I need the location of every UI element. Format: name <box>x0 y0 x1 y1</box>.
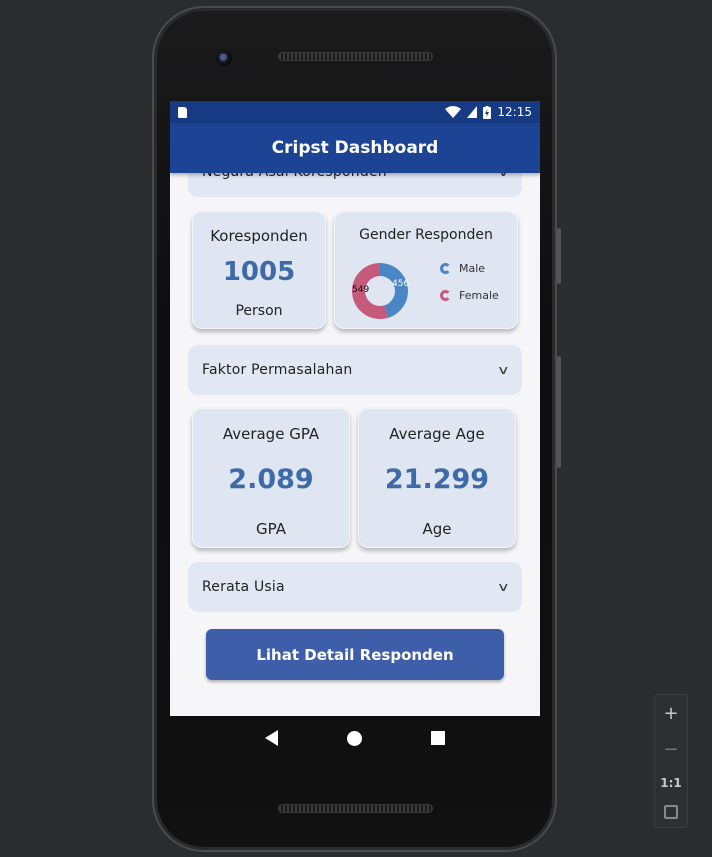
gpa-value: 2.089 <box>228 464 314 495</box>
chevron-down-icon: ∨ <box>496 580 511 594</box>
zoom-1to1-button[interactable]: 1:1 <box>660 776 682 790</box>
average-gpa-card: Average GPA 2.089 GPA <box>192 408 350 548</box>
legend-male-label: Male <box>459 262 486 275</box>
bottom-speaker <box>278 804 433 813</box>
zoom-fit-icon[interactable] <box>664 805 678 820</box>
age-value: 21.299 <box>384 464 490 495</box>
gpa-title: Average GPA <box>222 425 320 443</box>
volume-button[interactable] <box>557 228 561 284</box>
zoom-out-button[interactable]: − <box>663 739 678 760</box>
legend-male: Male <box>440 262 485 275</box>
power-button[interactable] <box>557 356 561 468</box>
female-legend-icon <box>440 290 451 301</box>
expander-label: Faktor Permasalahan <box>202 362 353 378</box>
age-unit: Age <box>422 520 452 538</box>
battery-icon <box>483 105 492 119</box>
koresponden-unit: Person <box>235 303 283 319</box>
koresponden-title: Koresponden <box>210 227 308 245</box>
app-bar-title: Cripst Dashboard <box>170 123 540 173</box>
status-time: 12:15 <box>497 105 532 119</box>
status-bar: 12:15 <box>170 101 540 123</box>
zoom-controls: + − 1:1 <box>654 694 688 828</box>
male-legend-icon <box>440 263 451 274</box>
expander-rerata-usia[interactable]: Rerata Usia ∨ <box>188 562 522 612</box>
recent-apps-icon[interactable] <box>431 731 446 745</box>
expander-faktor-permasalahan[interactable]: Faktor Permasalahan ∨ <box>188 345 522 395</box>
back-icon[interactable] <box>264 730 278 746</box>
dashboard-content: Negara Asal Koresponden ∨ Koresponden 10… <box>170 147 540 716</box>
front-camera <box>216 50 232 66</box>
age-title: Average Age <box>389 425 485 443</box>
signal-icon <box>467 106 478 118</box>
expander-label: Rerata Usia <box>202 579 285 595</box>
lihat-detail-button[interactable]: Lihat Detail Responden <box>206 629 504 680</box>
gender-card: Gender Responden 549 456 Male Female <box>334 211 518 329</box>
top-speaker <box>278 52 433 61</box>
gender-title: Gender Responden <box>359 227 493 243</box>
average-age-card: Average Age 21.299 Age <box>358 408 516 548</box>
wifi-icon <box>445 106 462 118</box>
male-value-label: 456 <box>392 279 410 289</box>
legend-female-label: Female <box>459 289 499 302</box>
device-screen: 12:15 Cripst Dashboard Negara Asal Kores… <box>170 101 540 716</box>
zoom-in-button[interactable]: + <box>663 703 678 724</box>
chevron-down-icon: ∨ <box>496 363 511 377</box>
koresponden-card: Koresponden 1005 Person <box>192 211 326 329</box>
android-nav-bar <box>170 716 540 760</box>
koresponden-value: 1005 <box>222 257 296 287</box>
legend-female: Female <box>440 289 499 302</box>
gpa-unit: GPA <box>256 520 286 538</box>
home-icon[interactable] <box>346 730 362 746</box>
female-value-label: 549 <box>352 285 370 295</box>
sd-card-icon <box>178 106 187 118</box>
